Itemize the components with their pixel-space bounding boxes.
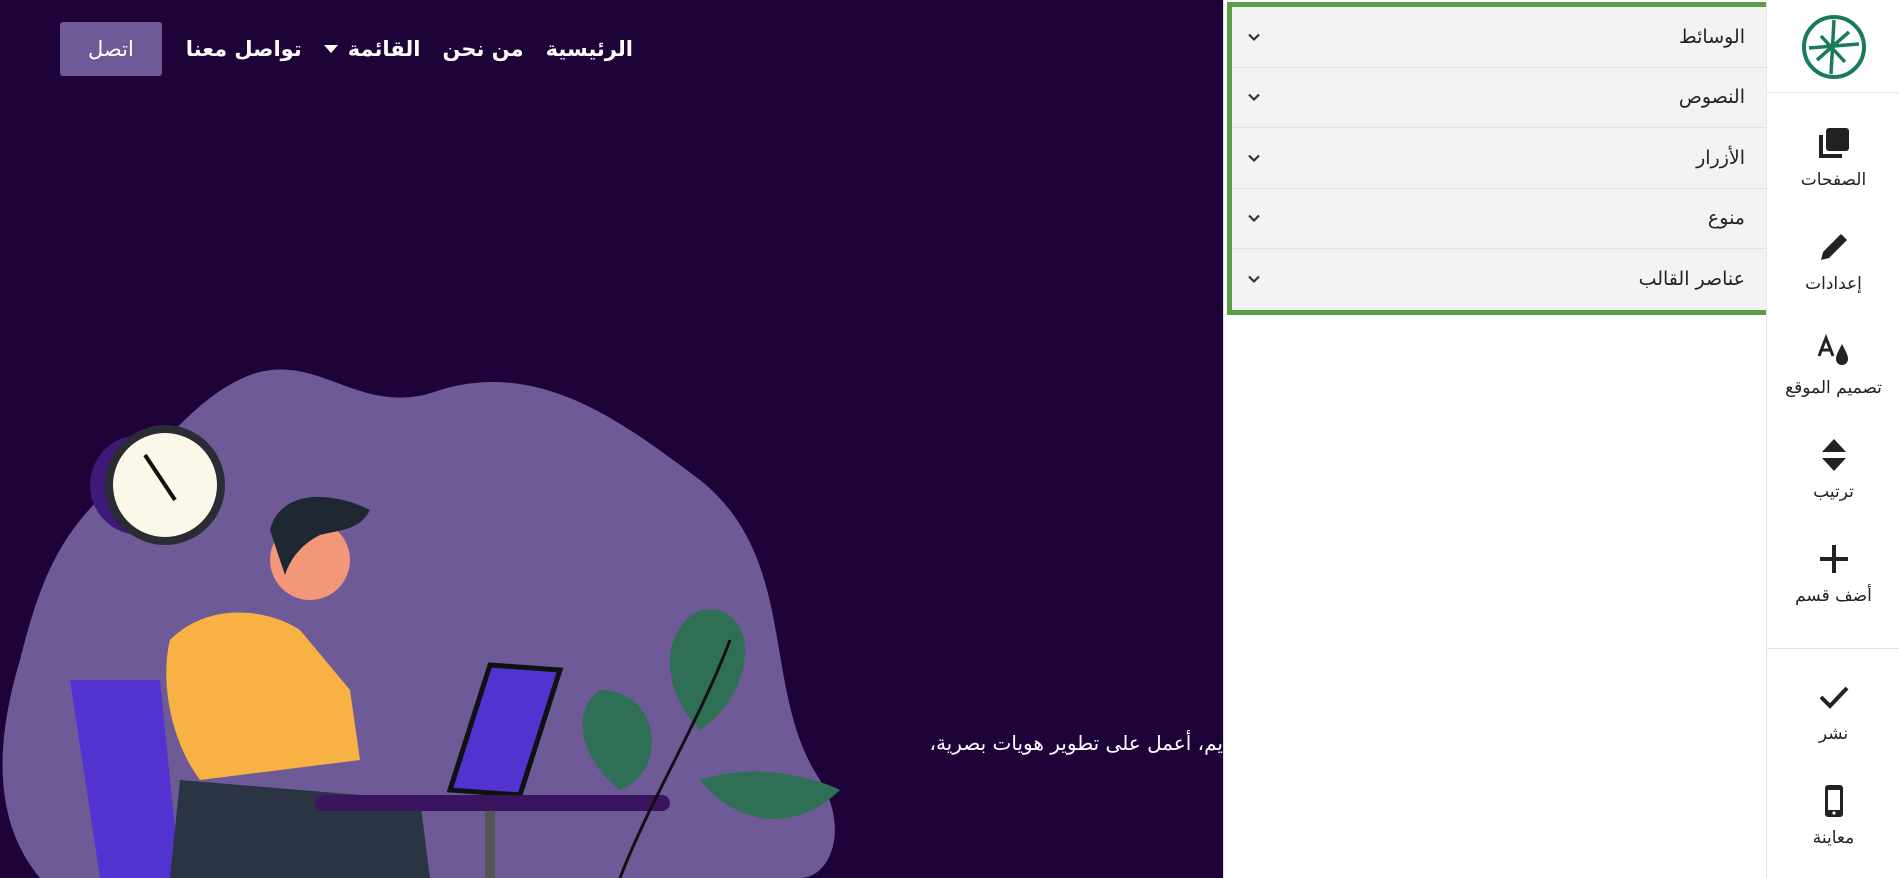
site-nav: اتصل تواصل معنا القائمة من نحن الرئيسية [60, 22, 655, 76]
accordion-label: الوسائط [1679, 25, 1745, 48]
chevron-down-icon [1248, 93, 1260, 102]
widgets-accordion: الوسائط النصوص الأزرار منوع عناصر القالب [1227, 2, 1772, 315]
publish-button[interactable]: نشر [1767, 678, 1899, 768]
chevron-down-icon [1248, 275, 1260, 284]
chevron-down-icon [1248, 33, 1260, 41]
nav-link-menu[interactable]: القائمة [323, 37, 421, 61]
hero-text: يم، أعمل على تطوير هويات بصرية، [929, 731, 1223, 755]
site-design-button[interactable]: تصميم الموقع [1767, 332, 1899, 422]
site-preview: اتصل تواصل معنا القائمة من نحن الرئيسية … [0, 0, 1223, 878]
accordion-label: النصوص [1678, 86, 1745, 109]
hero-illustration [2, 369, 840, 878]
widgets-panel: الوسائط النصوص الأزرار منوع عناصر القالب [1223, 0, 1772, 878]
toolbar-label: نشر [1818, 724, 1849, 744]
sort-icon [1821, 439, 1846, 471]
toolbar-label: ترتيب [1813, 482, 1854, 502]
settings-button[interactable]: إعدادات [1767, 228, 1899, 318]
pencil-icon [1820, 234, 1847, 260]
toolbar-label: معاينة [1812, 828, 1855, 848]
contact-cta-button[interactable]: اتصل [60, 22, 162, 76]
accordion-label: منوع [1707, 207, 1745, 230]
design-icon [1817, 333, 1848, 365]
toolbar-divider [1767, 648, 1899, 649]
sort-button[interactable]: ترتيب [1767, 436, 1899, 526]
pages-button[interactable]: الصفحات [1767, 124, 1899, 214]
accordion-label: الأزرار [1696, 146, 1745, 169]
accordion-buttons[interactable]: الأزرار [1232, 128, 1767, 189]
chevron-down-icon [1248, 154, 1260, 162]
caret-down-icon [323, 45, 338, 53]
nav-link-about[interactable]: من نحن [443, 37, 524, 61]
plus-icon [1819, 545, 1848, 573]
toolbar-label: الصفحات [1800, 170, 1867, 190]
toolbar-label: تصميم الموقع [1785, 378, 1882, 398]
chevron-down-icon [1248, 214, 1260, 223]
accordion-misc[interactable]: منوع [1232, 189, 1767, 249]
preview-button[interactable]: معاينة [1767, 782, 1899, 872]
accordion-template-elements[interactable]: عناصر القالب [1232, 249, 1767, 310]
accordion-label: عناصر القالب [1638, 268, 1745, 291]
leaf-logo-icon[interactable] [1801, 14, 1867, 80]
add-section-button[interactable]: أضف قسم [1767, 540, 1899, 630]
nav-link-home[interactable]: الرئيسية [546, 37, 633, 61]
toolbar-label: أضف قسم [1795, 586, 1872, 606]
nav-link-menu-label: القائمة [347, 37, 421, 61]
toolbar-label: إعدادات [1805, 274, 1862, 294]
accordion-media[interactable]: الوسائط [1232, 7, 1767, 68]
editor-toolbar: الصفحات إعدادات تصميم الموقع ترتيب أضف ق… [1766, 0, 1899, 878]
pages-icon [1818, 128, 1849, 158]
nav-link-contact[interactable]: تواصل معنا [186, 37, 302, 61]
check-icon [1819, 686, 1848, 709]
toolbar-divider [1767, 92, 1899, 93]
mobile-icon [1824, 785, 1843, 817]
accordion-texts[interactable]: النصوص [1232, 68, 1767, 128]
